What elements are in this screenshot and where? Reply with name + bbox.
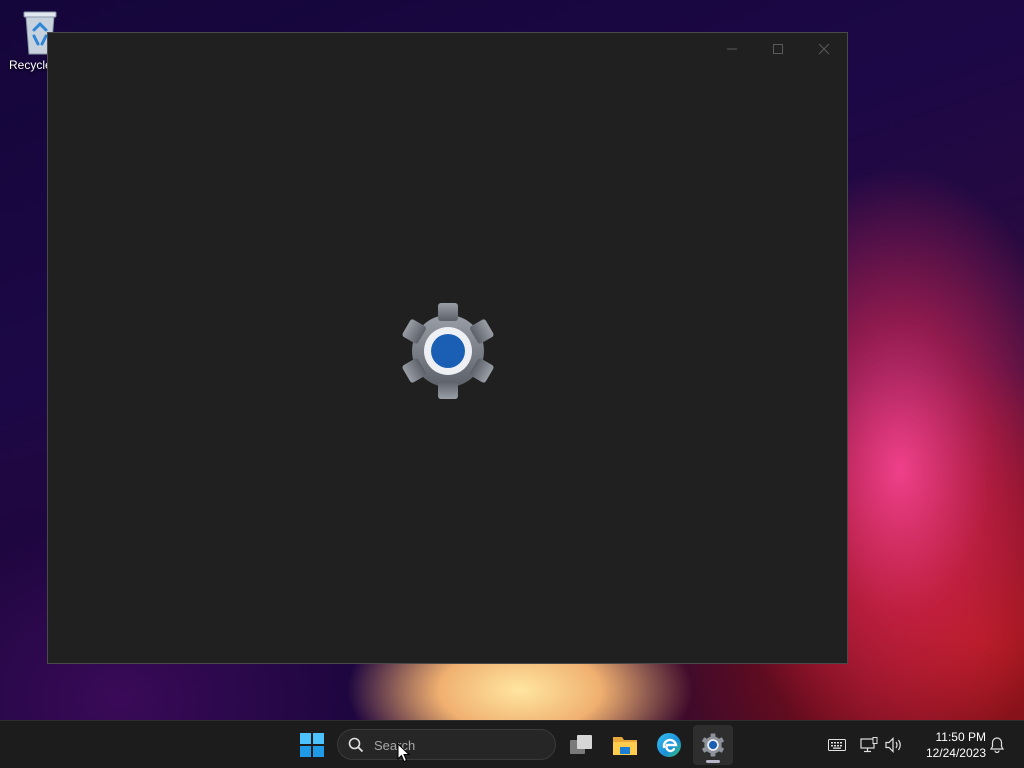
window-titlebar-controls	[709, 33, 847, 65]
maximize-button[interactable]	[755, 33, 801, 65]
settings-gear-icon	[402, 303, 494, 399]
keyboard-icon	[828, 739, 846, 751]
close-icon	[818, 43, 830, 55]
settings-taskbar-button[interactable]	[693, 725, 733, 765]
task-view-icon	[570, 735, 592, 754]
active-app-indicator	[706, 760, 720, 763]
volume-icon	[885, 737, 901, 753]
volume-button[interactable]	[878, 725, 910, 765]
edge-browser-button[interactable]	[649, 725, 689, 765]
start-button[interactable]	[292, 725, 332, 765]
maximize-icon	[773, 44, 783, 54]
windows-start-icon	[300, 733, 324, 757]
clock-time: 11:50 PM	[935, 730, 986, 744]
settings-icon	[702, 733, 724, 757]
file-explorer-icon	[613, 737, 637, 755]
task-view-button[interactable]	[561, 725, 601, 765]
settings-window	[47, 32, 848, 664]
search-icon	[348, 737, 364, 753]
clock-date: 12/24/2023	[925, 746, 986, 760]
taskbar: 11:50 PM 12/24/2023	[0, 720, 1024, 768]
clock[interactable]: 11:50 PM 12/24/2023	[914, 729, 986, 761]
notification-button[interactable]	[984, 725, 1010, 765]
minimize-button[interactable]	[709, 33, 755, 65]
recycle-bin-label: Recycle	[9, 58, 52, 72]
close-button[interactable]	[801, 33, 847, 65]
network-icon	[860, 737, 878, 753]
notification-bell-icon	[990, 737, 1004, 753]
file-explorer-button[interactable]	[605, 725, 645, 765]
input-indicator-button[interactable]	[818, 725, 856, 765]
search-box[interactable]	[337, 729, 556, 760]
mouse-cursor-icon	[397, 743, 411, 763]
edge-browser-icon	[657, 733, 681, 757]
minimize-icon	[727, 48, 737, 50]
